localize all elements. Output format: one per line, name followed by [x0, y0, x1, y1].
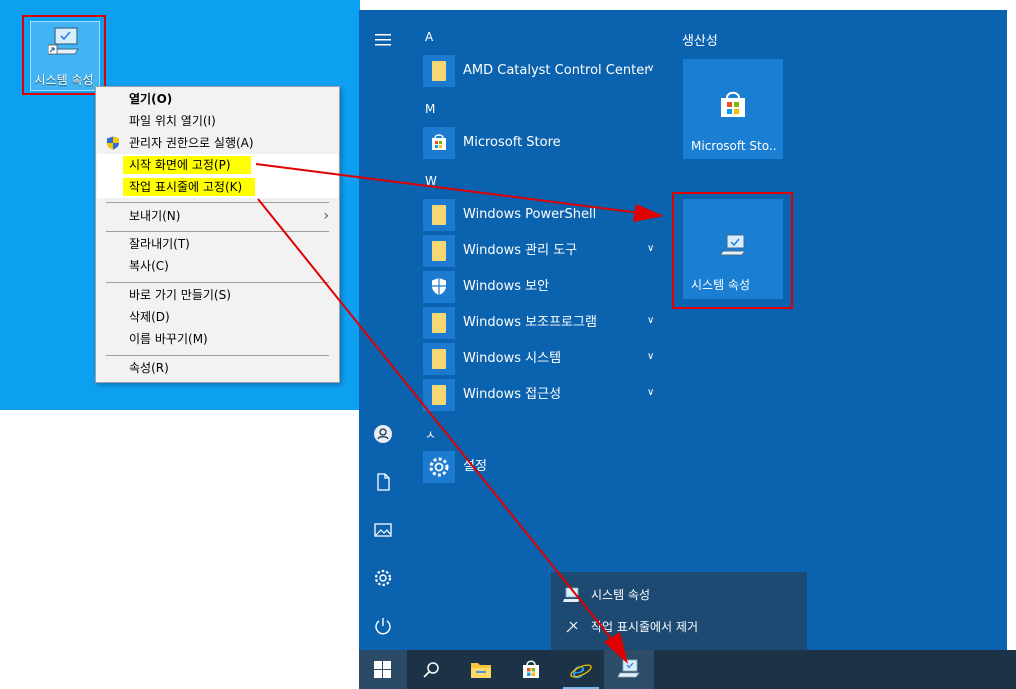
arrow-to-taskbar: [257, 198, 615, 643]
arrow-to-start-tile: [255, 163, 641, 214]
arrowhead: [633, 204, 664, 222]
arrowhead: [604, 632, 628, 664]
annotation-arrows: [255, 163, 664, 664]
